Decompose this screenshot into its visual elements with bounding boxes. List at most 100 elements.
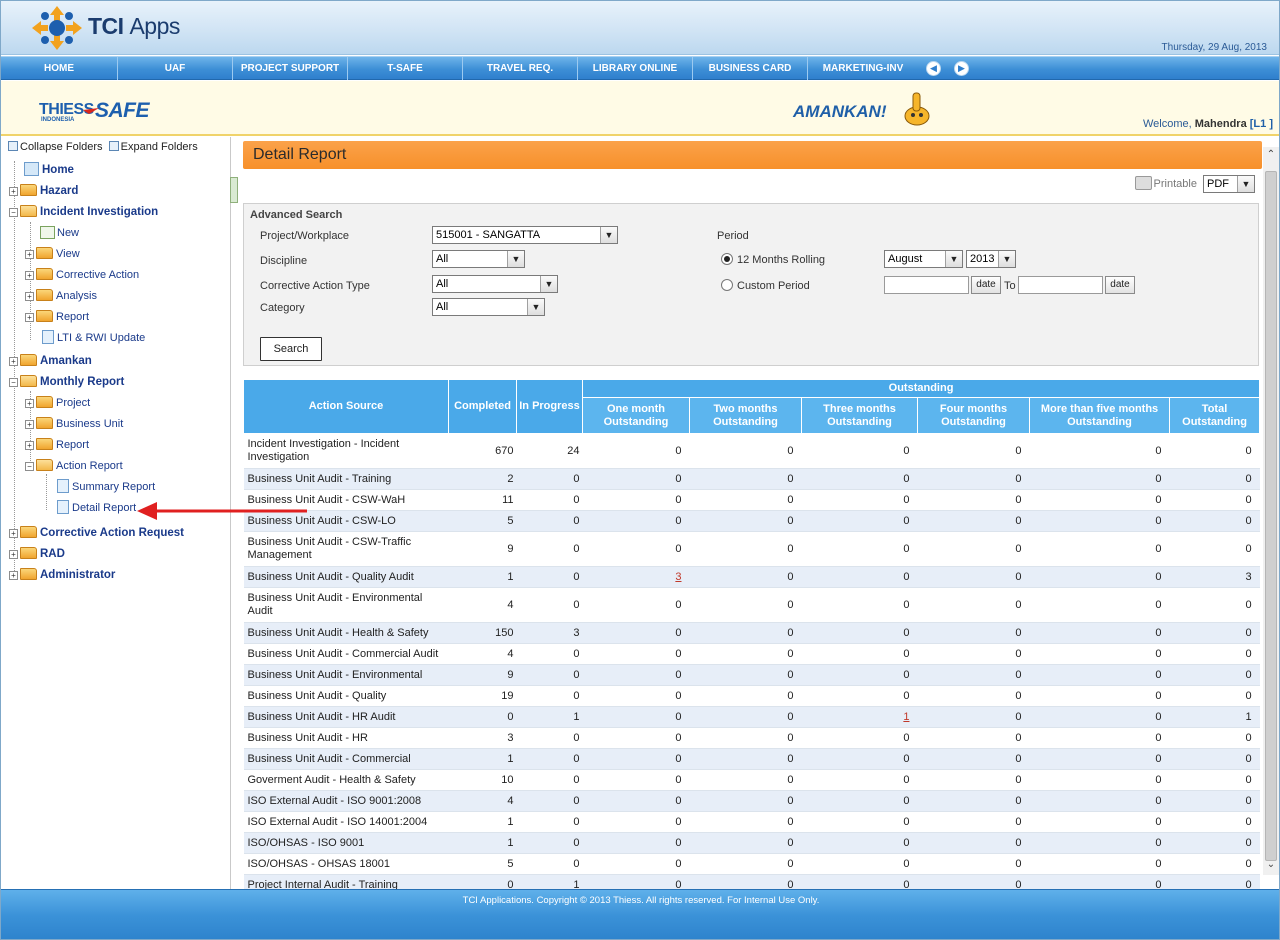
cell-o1: 0 (582, 664, 690, 686)
nav-next-icon[interactable]: ▶ (954, 61, 969, 76)
expand-plus-icon[interactable]: + (25, 313, 34, 322)
sidebar-item-home[interactable]: Home (24, 161, 74, 179)
cell-action-source: Business Unit Audit - HR Audit (243, 706, 449, 728)
sidebar-item-monthly-report[interactable]: − Monthly Report (9, 373, 124, 391)
nav-project-support[interactable]: PROJECT SUPPORT (233, 57, 348, 80)
radio-unselected-icon[interactable] (721, 279, 733, 291)
print-controls: Printable PDF ▼ (1134, 175, 1255, 195)
export-format-select[interactable]: PDF ▼ (1203, 175, 1255, 193)
cell-o4: 0 (917, 706, 1030, 728)
collapse-minus-icon[interactable]: − (9, 208, 18, 217)
nav-t-safe[interactable]: T-SAFE (348, 57, 463, 80)
scrollbar-thumb[interactable] (1265, 171, 1277, 861)
main-nav: HOME UAF PROJECT SUPPORT T-SAFE TRAVEL R… (1, 56, 1279, 80)
end-date-picker-button[interactable]: date (1105, 276, 1135, 294)
expand-plus-icon[interactable]: + (25, 441, 34, 450)
expand-plus-icon[interactable]: + (25, 250, 34, 259)
expand-plus-icon[interactable]: + (9, 357, 18, 366)
cell-p: 0 (516, 468, 583, 490)
year-select[interactable]: 2013 ▼ (966, 250, 1016, 268)
sidebar-item-detail-report[interactable]: Detail Report (57, 499, 136, 517)
start-date-input[interactable] (884, 276, 969, 294)
scroll-down-icon[interactable]: ⌄ (1263, 859, 1279, 875)
drilldown-link[interactable]: 3 (675, 571, 681, 583)
sidebar-item-business-unit[interactable]: + Business Unit (25, 415, 123, 433)
search-button[interactable]: Search (260, 337, 322, 361)
cell-action-source: Business Unit Audit - HR (243, 727, 449, 749)
sidebar-item-label: Administrator (40, 569, 116, 581)
nav-marketing-inv[interactable]: MARKETING-INV (808, 57, 918, 80)
cell-action-source: Business Unit Audit - Commercial (243, 748, 449, 770)
collapse-minus-icon[interactable]: − (9, 378, 18, 387)
user-name: Mahendra (1194, 118, 1247, 130)
vertical-scrollbar[interactable]: ⌃ ⌄ (1263, 147, 1279, 875)
nav-travel-req[interactable]: TRAVEL REQ. (463, 57, 578, 80)
sidebar-collapse-handle[interactable] (230, 177, 238, 203)
cell-o4: 0 (917, 664, 1030, 686)
project-select[interactable]: 515001 - SANGATTA ▼ (432, 226, 618, 244)
cell-p: 3 (516, 622, 583, 644)
cell-action-source: Business Unit Audit - Environmental Audi… (243, 587, 449, 623)
collapse-minus-icon[interactable]: − (25, 462, 34, 471)
annotation-arrow-icon (137, 502, 307, 520)
cell-o1: 0 (582, 874, 690, 889)
sidebar-item-corrective-action-request[interactable]: + Corrective Action Request (9, 524, 184, 542)
nav-prev-icon[interactable]: ◀ (926, 61, 941, 76)
sidebar-item-summary-report[interactable]: Summary Report (57, 478, 155, 496)
cell-o2: 0 (689, 748, 802, 770)
sidebar-item-hazard[interactable]: + Hazard (9, 182, 78, 200)
printable-link[interactable]: Printable (1134, 175, 1197, 190)
app-header: TCI Apps Thursday, 29 Aug, 2013 (1, 1, 1279, 55)
expand-plus-icon[interactable]: + (9, 187, 18, 196)
sidebar-item-amankan[interactable]: + Amankan (9, 352, 92, 370)
sidebar-item-administrator[interactable]: + Administrator (9, 566, 115, 584)
sidebar-item-rad[interactable]: + RAD (9, 545, 65, 563)
start-date-picker-button[interactable]: date (971, 276, 1001, 294)
cell-o2: 0 (689, 468, 802, 490)
collapse-icon (8, 141, 18, 151)
collapse-folders-button[interactable]: Collapse Folders (8, 141, 103, 153)
cell-c: 1 (448, 832, 517, 854)
expand-plus-icon[interactable]: + (25, 399, 34, 408)
sidebar-item-new[interactable]: New (40, 224, 79, 242)
category-select[interactable]: All ▼ (432, 298, 545, 316)
drilldown-link[interactable]: 1 (903, 711, 909, 723)
corrective-action-type-select[interactable]: All ▼ (432, 275, 558, 293)
sidebar-item-action-report[interactable]: − Action Report (25, 457, 123, 475)
sidebar-item-lti-rwi-update[interactable]: LTI & RWI Update (42, 329, 145, 347)
custom-period-option[interactable]: Custom Period (721, 279, 810, 292)
expand-plus-icon[interactable]: + (9, 571, 18, 580)
advanced-search-panel: Advanced Search Project/Workplace 515001… (243, 203, 1259, 366)
user-level: [L1 ] (1249, 118, 1273, 130)
current-date: Thursday, 29 Aug, 2013 (1161, 42, 1267, 53)
expand-plus-icon[interactable]: + (25, 292, 34, 301)
month-select[interactable]: August ▼ (884, 250, 963, 268)
discipline-select[interactable]: All ▼ (432, 250, 525, 268)
end-date-input[interactable] (1018, 276, 1103, 294)
expand-plus-icon[interactable]: + (9, 529, 18, 538)
sidebar-item-corrective-action[interactable]: + Corrective Action (25, 266, 139, 284)
sidebar-item-view[interactable]: + View (25, 245, 80, 263)
nav-business-card[interactable]: BUSINESS CARD (693, 57, 808, 80)
scroll-up-icon[interactable]: ⌃ (1263, 149, 1279, 165)
radio-selected-icon[interactable] (721, 253, 733, 265)
cell-o1: 0 (582, 510, 690, 532)
expand-folders-button[interactable]: Expand Folders (108, 141, 198, 153)
sidebar-item-monthly-report-report[interactable]: + Report (25, 436, 89, 454)
sidebar-item-analysis[interactable]: + Analysis (25, 287, 97, 305)
sidebar-item-incident-investigation[interactable]: − Incident Investigation (9, 203, 158, 221)
sidebar-item-inc-report[interactable]: + Report (25, 308, 89, 326)
nav-home[interactable]: HOME (1, 57, 118, 80)
nav-library-online[interactable]: LIBRARY ONLINE (578, 57, 693, 80)
folder-icon (20, 354, 37, 366)
cell-o2: 0 (689, 643, 802, 665)
cell-o5: 0 (1029, 531, 1170, 567)
rolling-option[interactable]: 12 Months Rolling (721, 253, 825, 266)
expand-plus-icon[interactable]: + (25, 420, 34, 429)
cell-o3: 0 (801, 531, 918, 567)
sidebar-item-project[interactable]: + Project (25, 394, 90, 412)
nav-uaf[interactable]: UAF (118, 57, 233, 80)
cell-p: 0 (516, 748, 583, 770)
expand-plus-icon[interactable]: + (25, 271, 34, 280)
expand-plus-icon[interactable]: + (9, 550, 18, 559)
